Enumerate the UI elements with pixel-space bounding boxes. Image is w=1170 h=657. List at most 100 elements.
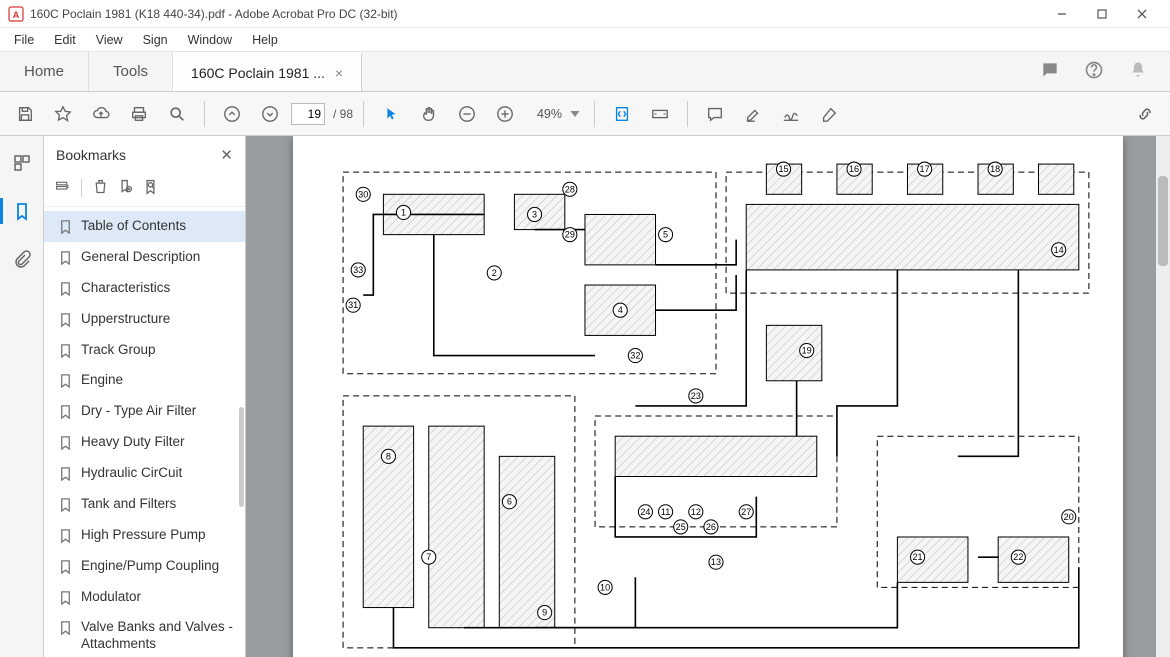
menu-help[interactable]: Help — [242, 30, 288, 50]
select-tool-button[interactable] — [374, 97, 408, 131]
bookmark-label: Heavy Duty Filter — [81, 434, 185, 451]
svg-text:5: 5 — [663, 230, 668, 240]
page-up-button[interactable] — [215, 97, 249, 131]
bookmark-label: Upperstructure — [81, 311, 170, 328]
tab-home[interactable]: Home — [0, 52, 89, 91]
bookmark-item[interactable]: Table of Contents — [44, 211, 245, 242]
menu-view[interactable]: View — [86, 30, 133, 50]
svg-text:A: A — [13, 10, 20, 20]
bookmarks-new-button[interactable] — [117, 178, 134, 198]
svg-text:4: 4 — [618, 305, 623, 315]
share-link-button[interactable] — [1128, 97, 1162, 131]
zoom-out-button[interactable] — [450, 97, 484, 131]
menu-file[interactable]: File — [4, 30, 44, 50]
svg-text:1: 1 — [401, 207, 406, 217]
svg-text:27: 27 — [741, 507, 751, 517]
search-button[interactable] — [160, 97, 194, 131]
svg-text:24: 24 — [640, 507, 650, 517]
print-button[interactable] — [122, 97, 156, 131]
zoom-dropdown-button[interactable] — [566, 97, 584, 131]
fit-page-button[interactable] — [605, 97, 639, 131]
bell-icon[interactable] — [1128, 60, 1148, 83]
menu-window[interactable]: Window — [178, 30, 242, 50]
bookmark-label: Valve Banks and Valves - Attachments — [81, 619, 235, 653]
svg-text:3: 3 — [532, 209, 537, 219]
window-minimize-button[interactable] — [1042, 2, 1082, 26]
star-button[interactable] — [46, 97, 80, 131]
bookmark-item[interactable]: High Pressure Pump — [44, 520, 245, 551]
bookmark-item[interactable]: Modulator — [44, 582, 245, 613]
window-close-button[interactable] — [1122, 2, 1162, 26]
bookmark-label: Table of Contents — [81, 218, 186, 235]
bookmark-item[interactable]: Characteristics — [44, 273, 245, 304]
bookmark-item[interactable]: Upperstructure — [44, 304, 245, 335]
fit-width-button[interactable] — [643, 97, 677, 131]
tab-document-label: 160C Poclain 1981 ... — [191, 65, 325, 81]
svg-text:33: 33 — [353, 265, 363, 275]
svg-text:32: 32 — [630, 351, 640, 361]
bookmarks-options-button[interactable] — [54, 178, 71, 198]
document-page: 1 2 3 4 5 6 7 8 9 10 11 12 13 14 15 16 1 — [293, 136, 1123, 657]
bookmarks-toolbar — [44, 174, 245, 207]
bookmark-label: Engine — [81, 372, 123, 389]
bookmark-item[interactable]: Hydraulic CirCuit — [44, 458, 245, 489]
bookmark-item[interactable]: General Description — [44, 242, 245, 273]
bookmark-item[interactable]: Heavy Duty Filter — [44, 427, 245, 458]
bookmark-label: Characteristics — [81, 280, 170, 297]
document-viewport[interactable]: 1 2 3 4 5 6 7 8 9 10 11 12 13 14 15 16 1 — [246, 136, 1170, 657]
svg-text:19: 19 — [802, 346, 812, 356]
highlight-button[interactable] — [736, 97, 770, 131]
menu-sign[interactable]: Sign — [133, 30, 178, 50]
hand-tool-button[interactable] — [412, 97, 446, 131]
eraser-button[interactable] — [812, 97, 846, 131]
main-area: Bookmarks ✕ Table of ContentsGeneral Des… — [0, 136, 1170, 657]
bookmark-item[interactable]: Track Group — [44, 335, 245, 366]
bookmark-label: High Pressure Pump — [81, 527, 206, 544]
svg-text:14: 14 — [1054, 245, 1064, 255]
svg-text:20: 20 — [1064, 512, 1074, 522]
cloud-button[interactable] — [84, 97, 118, 131]
bookmarks-scrollbar-thumb[interactable] — [239, 407, 244, 507]
page-number-input[interactable] — [291, 103, 325, 125]
attachments-panel-button[interactable] — [7, 244, 37, 274]
sticky-note-button[interactable] — [698, 97, 732, 131]
window-maximize-button[interactable] — [1082, 2, 1122, 26]
bookmarks-delete-button[interactable] — [92, 178, 109, 198]
menubar: FileEditViewSignWindowHelp — [0, 28, 1170, 52]
svg-text:25: 25 — [676, 522, 686, 532]
app-icon: A — [8, 6, 24, 22]
sign-button[interactable] — [774, 97, 808, 131]
svg-text:9: 9 — [542, 608, 547, 618]
menu-edit[interactable]: Edit — [44, 30, 86, 50]
bookmark-item[interactable]: Engine — [44, 365, 245, 396]
bookmark-item[interactable]: Tank and Filters — [44, 489, 245, 520]
tab-close-button[interactable]: × — [335, 65, 343, 81]
tab-row: Home Tools 160C Poclain 1981 ... × — [0, 52, 1170, 92]
thumbnails-panel-button[interactable] — [7, 148, 37, 178]
save-button[interactable] — [8, 97, 42, 131]
bookmark-item[interactable]: Engine/Pump Coupling — [44, 551, 245, 582]
svg-text:28: 28 — [565, 184, 575, 194]
bookmark-item[interactable]: Valve Banks and Valves - Attachments — [44, 612, 245, 657]
page-down-button[interactable] — [253, 97, 287, 131]
help-icon[interactable] — [1084, 60, 1104, 83]
bookmarks-list: Table of Contents General Description Char… — [44, 207, 245, 657]
tab-document[interactable]: 160C Poclain 1981 ... × — [173, 52, 362, 91]
bookmarks-find-button[interactable] — [142, 178, 159, 198]
comment-icon[interactable] — [1040, 60, 1060, 83]
tab-tools[interactable]: Tools — [89, 52, 173, 91]
bookmark-label: Dry - Type Air Filter — [81, 403, 196, 420]
document-scrollbar[interactable] — [1156, 136, 1170, 657]
bookmark-item[interactable]: Dry - Type Air Filter — [44, 396, 245, 427]
page-total-label: / 98 — [333, 107, 353, 121]
bookmarks-panel-close-button[interactable]: ✕ — [220, 146, 233, 164]
svg-text:12: 12 — [691, 507, 701, 517]
bookmarks-panel-button[interactable] — [7, 196, 37, 226]
svg-text:11: 11 — [661, 507, 670, 517]
hydraulic-schematic-diagram: 1 2 3 4 5 6 7 8 9 10 11 12 13 14 15 16 1 — [333, 154, 1099, 657]
bookmark-label: Modulator — [81, 589, 141, 606]
main-toolbar: / 98 49% — [0, 92, 1170, 136]
svg-text:21: 21 — [913, 552, 923, 562]
zoom-in-button[interactable] — [488, 97, 522, 131]
document-scrollbar-thumb[interactable] — [1158, 176, 1168, 266]
